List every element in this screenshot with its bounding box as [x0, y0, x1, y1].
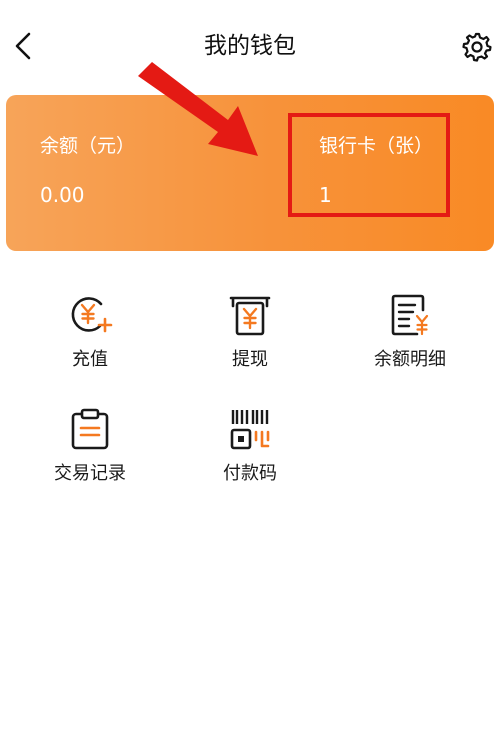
balance-value[interactable]: 0.00: [40, 182, 85, 208]
transaction-record-icon: [71, 408, 109, 450]
payment-code-button[interactable]: 付款码: [180, 406, 320, 486]
recharge-icon: [71, 297, 113, 333]
transaction-record-label: 交易记录: [54, 463, 126, 484]
settings-button[interactable]: [458, 28, 494, 64]
payment-code-icon: [230, 410, 270, 450]
red-arrow-icon: [138, 62, 258, 156]
transaction-record-button[interactable]: 交易记录: [20, 406, 160, 486]
highlight-box: [288, 113, 450, 217]
gear-icon: [462, 32, 492, 62]
withdraw-button[interactable]: 提现: [180, 292, 320, 372]
withdraw-label: 提现: [232, 349, 268, 370]
recharge-label: 充值: [72, 349, 108, 370]
balance-detail-button[interactable]: 余额明细: [340, 292, 480, 372]
balance-detail-icon: [391, 294, 429, 336]
balance-label: 余额（元）: [40, 135, 136, 157]
balance-detail-label: 余额明细: [374, 349, 446, 370]
withdraw-icon: [229, 296, 271, 336]
payment-code-label: 付款码: [223, 463, 277, 484]
recharge-button[interactable]: 充值: [20, 292, 160, 372]
